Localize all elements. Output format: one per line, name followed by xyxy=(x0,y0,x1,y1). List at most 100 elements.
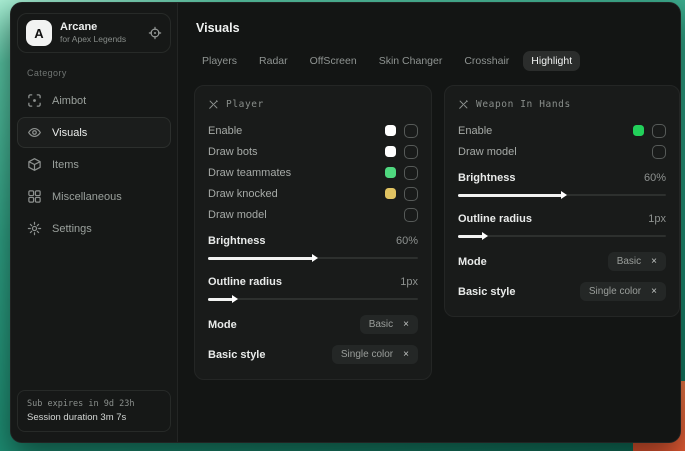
setting-label: Outline radius xyxy=(208,276,282,288)
setting-label: Enable xyxy=(458,125,492,137)
tab-players[interactable]: Players xyxy=(194,51,245,71)
tag-chip[interactable]: Basic × xyxy=(360,315,418,334)
setting-label: Mode xyxy=(458,256,487,268)
crossed-tools-icon xyxy=(208,99,219,110)
setting-row-draw-knocked: Draw knocked xyxy=(208,183,418,204)
sidebar-item-aimbot[interactable]: Aimbot xyxy=(17,85,171,116)
crossed-tools-icon xyxy=(458,99,469,110)
slider-thumb[interactable] xyxy=(232,295,238,303)
miscellaneous-icon xyxy=(27,189,42,204)
panels-container: PlayerEnableDraw botsDraw teammatesDraw … xyxy=(194,85,680,380)
slider-thumb[interactable] xyxy=(312,254,318,262)
tab-offscreen[interactable]: OffScreen xyxy=(302,51,365,71)
slider-row-outline-radius: Outline radius 1px xyxy=(208,271,418,292)
visuals-icon xyxy=(27,125,42,140)
slider-value: 1px xyxy=(400,276,418,288)
setting-label: Mode xyxy=(208,319,237,331)
slider-track[interactable] xyxy=(458,194,666,196)
color-swatch[interactable] xyxy=(385,188,396,199)
setting-row-enable: Enable xyxy=(458,120,666,141)
slider-track[interactable] xyxy=(458,235,666,237)
subscription-info-card: Sub expires in 9d 23h Session duration 3… xyxy=(17,390,171,432)
setting-row-draw-teammates: Draw teammates xyxy=(208,162,418,183)
sidebar-item-items[interactable]: Items xyxy=(17,149,171,180)
setting-controls xyxy=(404,208,418,222)
sidebar-item-miscellaneous[interactable]: Miscellaneous xyxy=(17,181,171,212)
setting-label: Basic style xyxy=(208,349,265,361)
tag-remove-icon[interactable]: × xyxy=(651,287,657,297)
panel-header: Weapon In Hands xyxy=(458,99,666,110)
app-window: A Arcane for Apex Legends Category Aimbo… xyxy=(10,2,681,443)
page-title: Visuals xyxy=(196,21,680,35)
tag-chip[interactable]: Basic× xyxy=(608,252,666,271)
items-icon xyxy=(27,157,42,172)
setting-label: Outline radius xyxy=(458,213,532,225)
color-swatch[interactable] xyxy=(385,146,396,157)
setting-controls xyxy=(633,124,666,138)
tab-radar[interactable]: Radar xyxy=(251,51,296,71)
color-swatch[interactable] xyxy=(633,125,644,136)
slider-track[interactable] xyxy=(208,298,418,300)
sidebar-item-label: Visuals xyxy=(52,127,87,139)
tag-row-basic-style: Basic style Single color × xyxy=(208,342,418,367)
slider-fill xyxy=(208,257,313,260)
setting-controls xyxy=(385,145,418,159)
tab-bar: Players Radar OffScreen Skin ChangerCrossha… xyxy=(194,51,680,71)
setting-label: Brightness xyxy=(208,235,265,247)
sidebar-item-label: Aimbot xyxy=(52,95,86,107)
tag-remove-icon[interactable]: × xyxy=(403,350,409,360)
setting-label: Brightness xyxy=(458,172,515,184)
tag-row-mode: Mode Basic × xyxy=(208,312,418,337)
sidebar-section-label: Category xyxy=(27,68,171,78)
slider-fill xyxy=(208,298,233,301)
slider-row-brightness: Brightness 60% xyxy=(458,167,666,188)
slider-fill xyxy=(458,235,483,238)
tag-remove-icon[interactable]: × xyxy=(403,320,409,330)
checkbox[interactable] xyxy=(652,124,666,138)
tab-skin-changer[interactable]: Skin Changer xyxy=(371,51,451,71)
slider-row-brightness: Brightness 60% xyxy=(208,230,418,251)
checkbox[interactable] xyxy=(404,124,418,138)
panel-title: Weapon In Hands xyxy=(476,99,571,110)
checkbox[interactable] xyxy=(404,208,418,222)
setting-label: Draw model xyxy=(458,146,517,158)
app-name: Arcane xyxy=(60,21,140,34)
setting-label: Draw model xyxy=(208,209,267,221)
checkbox[interactable] xyxy=(404,145,418,159)
tag-chip[interactable]: Single color × xyxy=(332,345,418,364)
color-swatch[interactable] xyxy=(385,167,396,178)
sidebar-item-label: Miscellaneous xyxy=(52,191,122,203)
sidebar-item-visuals[interactable]: Visuals xyxy=(17,117,171,148)
tab-highlight[interactable]: Highlight xyxy=(523,51,580,71)
setting-controls xyxy=(652,145,666,159)
sidebar-nav: Aimbot Visuals Items Miscellaneous Settings xyxy=(17,84,171,245)
sidebar-item-settings[interactable]: Settings xyxy=(17,213,171,244)
panel-player: PlayerEnableDraw botsDraw teammatesDraw … xyxy=(194,85,432,380)
slider-value: 60% xyxy=(396,235,418,247)
tab-crosshair[interactable]: Crosshair xyxy=(456,51,517,71)
checkbox[interactable] xyxy=(652,145,666,159)
panel-header: Player xyxy=(208,99,418,110)
setting-controls xyxy=(385,166,418,180)
tag-label: Single color xyxy=(341,349,393,360)
tag-row-mode: Mode Basic× xyxy=(458,249,666,274)
slider-thumb[interactable] xyxy=(561,191,567,199)
target-icon[interactable] xyxy=(148,26,162,40)
panel-weapon-in-hands: Weapon In Hands Enable Draw model Brightnes… xyxy=(444,85,680,317)
slider-value: 60% xyxy=(644,172,666,184)
tag-label: Basic xyxy=(369,319,393,330)
checkbox[interactable] xyxy=(404,166,418,180)
color-swatch[interactable] xyxy=(385,125,396,136)
tag-row-basic-style: Basic styleSingle color× xyxy=(458,279,666,304)
tag-chip[interactable]: Single color× xyxy=(580,282,666,301)
setting-row-draw-bots: Draw bots xyxy=(208,141,418,162)
slider-thumb[interactable] xyxy=(482,232,488,240)
tag-remove-icon[interactable]: × xyxy=(651,257,657,267)
session-duration-text: Session duration 3m 7s xyxy=(27,411,161,424)
slider-track[interactable] xyxy=(208,257,418,259)
checkbox[interactable] xyxy=(404,187,418,201)
app-subtitle: for Apex Legends xyxy=(60,34,140,45)
sidebar: A Arcane for Apex Legends Category Aimbo… xyxy=(11,3,178,442)
app-logo: A xyxy=(26,20,52,46)
settings-icon xyxy=(27,221,42,236)
